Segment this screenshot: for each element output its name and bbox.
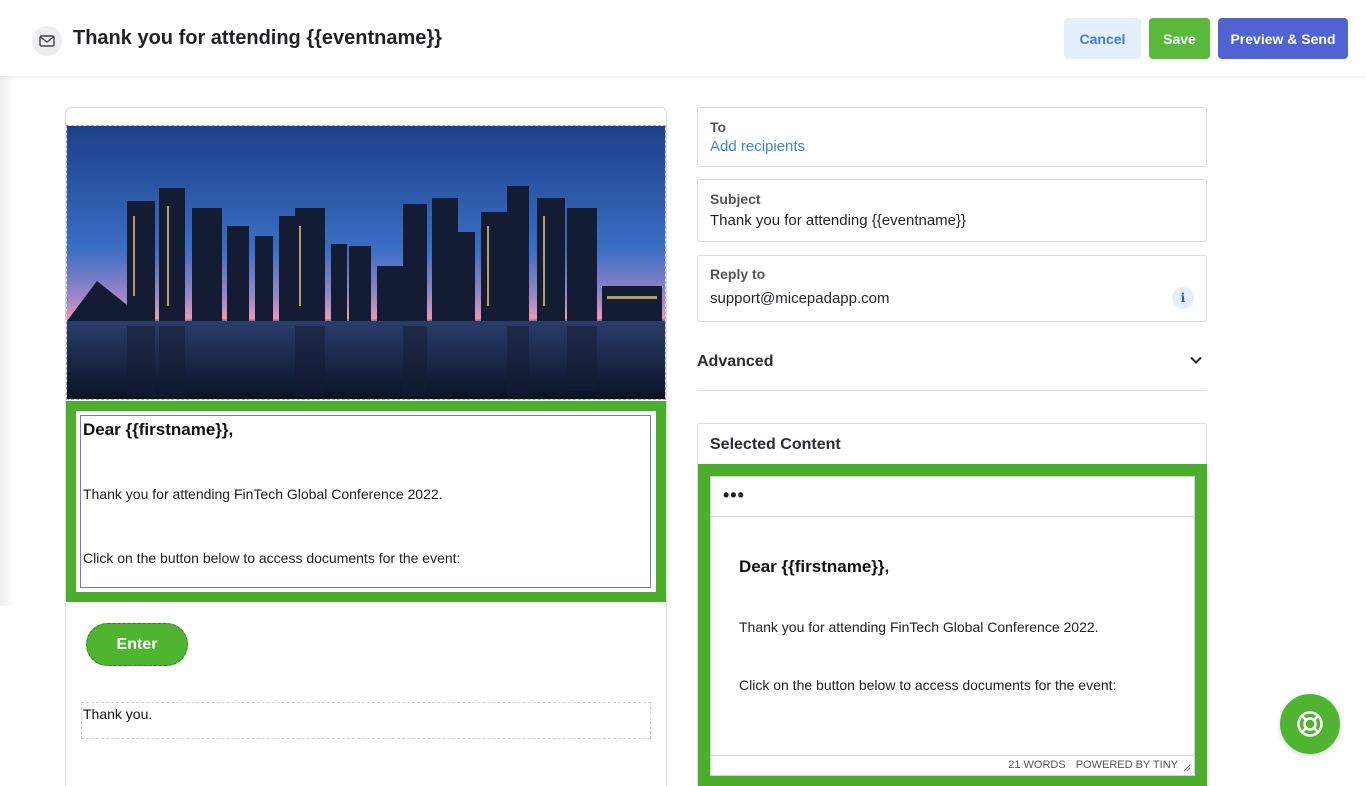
subject-label: Subject [710,191,761,207]
preview-send-button[interactable]: Preview & Send [1218,18,1348,59]
reply-to-input[interactable]: support@micepadapp.com [710,290,890,307]
more-options-button[interactable]: ••• [723,485,745,506]
editor-line-1: Thank you for attending FinTech Global C… [739,619,1099,635]
enter-button[interactable]: Enter [86,623,188,666]
help-chat-icon[interactable] [1280,694,1340,754]
text-block-content[interactable]: Dear {{firstname}}, Thank you for attend… [80,415,651,588]
advanced-label: Advanced [697,353,774,370]
editor-toolbar: ••• [711,477,1194,517]
editor-line-2: Click on the button below to access docu… [739,677,1117,693]
powered-by-tiny[interactable]: POWERED BY TINY [1076,759,1178,771]
resize-handle-icon[interactable] [1182,763,1191,772]
word-count: 21 WORDS [1008,759,1066,771]
editor-greeting: Dear {{firstname}}, [739,557,890,576]
page-title: Thank you for attending {{eventname}} [73,27,442,49]
info-icon[interactable]: i [1172,287,1194,309]
email-line-1: Thank you for attending FinTech Global C… [83,486,443,502]
to-field[interactable]: To Add recipients [697,107,1207,167]
email-line-2: Click on the button below to access docu… [83,550,461,566]
envelope-icon [32,26,62,56]
closing-text-block[interactable]: Thank you. [81,702,651,739]
subject-field[interactable]: Subject Thank you for attending {{eventn… [697,179,1207,242]
selected-text-block[interactable]: Dear {{firstname}}, Thank you for attend… [66,401,666,602]
add-recipients-link[interactable]: Add recipients [710,138,805,155]
rich-text-editor[interactable]: ••• Dear {{firstname}}, Thank you for at… [710,476,1195,776]
reply-to-field[interactable]: Reply to support@micepadapp.com i [697,255,1207,322]
advanced-toggle[interactable]: Advanced [697,345,1207,391]
save-button[interactable]: Save [1149,18,1210,59]
reply-to-label: Reply to [710,266,766,282]
text-block-frame: Dear {{firstname}}, Thank you for attend… [76,411,656,592]
selected-content-title: Selected Content [710,436,841,453]
editor-statusbar: 21 WORDS POWERED BY TINY [711,755,1194,775]
editor-body[interactable]: Dear {{firstname}}, Thank you for attend… [739,557,1179,693]
hero-image[interactable] [66,125,666,400]
cancel-button[interactable]: Cancel [1064,18,1141,59]
email-greeting: Dear {{firstname}}, [83,420,234,439]
subject-input[interactable]: Thank you for attending {{eventname}} [710,212,966,229]
left-shadow [0,76,14,606]
chevron-down-icon[interactable] [1189,353,1203,372]
top-bar: Thank you for attending {{eventname}} Ca… [0,0,1366,76]
to-label: To [710,119,727,135]
